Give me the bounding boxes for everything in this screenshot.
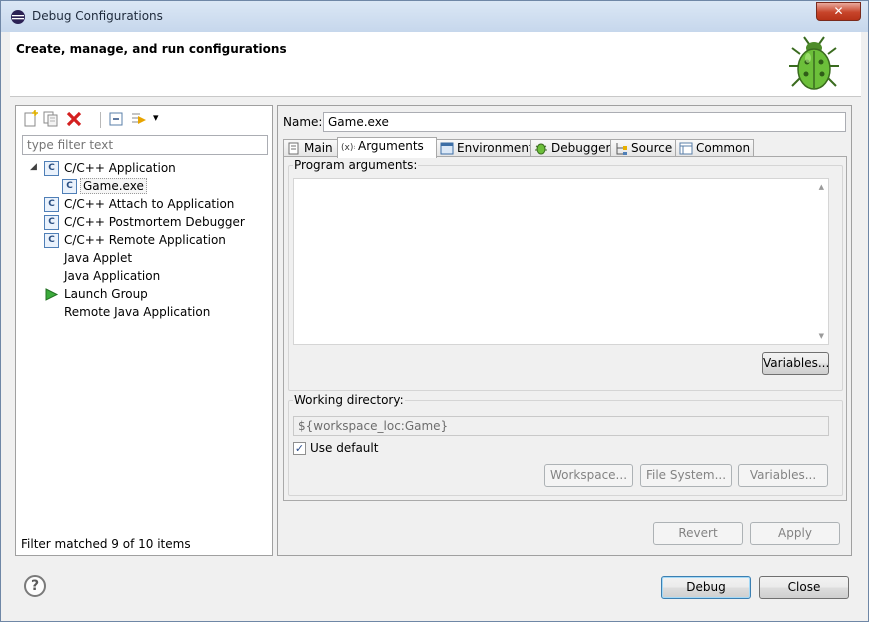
- c-config-icon: C: [44, 215, 59, 230]
- close-button[interactable]: Close: [759, 576, 849, 599]
- tree-item-cpp-remote[interactable]: C C/C++ Remote Application: [30, 232, 270, 250]
- name-input[interactable]: [323, 112, 846, 132]
- expand-twisty-icon[interactable]: ◢: [30, 162, 37, 172]
- delete-configuration-icon[interactable]: [65, 110, 83, 128]
- tab-label: Source: [631, 141, 673, 155]
- main-tab-icon: [288, 142, 299, 155]
- working-directory-input[interactable]: [293, 416, 829, 436]
- tab-label: Debugger: [551, 141, 611, 155]
- collapse-all-icon[interactable]: [108, 110, 126, 128]
- configuration-list-panel: ▾ ◢ C C/C++ Application C Game.exe C C/C…: [15, 105, 273, 556]
- tree-item-java-application[interactable]: Java Application: [30, 268, 270, 286]
- use-default-checkbox[interactable]: ✓: [293, 442, 306, 455]
- toolbar-separator: [100, 112, 101, 128]
- tree-item-cpp-postmortem[interactable]: C C/C++ Postmortem Debugger: [30, 214, 270, 232]
- tree-item-label: Java Application: [64, 269, 161, 283]
- tree-item-game-exe[interactable]: C Game.exe: [30, 178, 270, 196]
- launch-group-icon: [45, 288, 59, 301]
- tree-item-remote-java[interactable]: Remote Java Application: [30, 304, 270, 322]
- configuration-editor-panel: Name: Main (x)= Arguments: [277, 105, 852, 556]
- window-close-button[interactable]: ✕: [816, 2, 861, 21]
- tree-item-cpp-attach[interactable]: C C/C++ Attach to Application: [30, 196, 270, 214]
- tab-arguments[interactable]: (x)= Arguments: [337, 137, 437, 158]
- tab-source[interactable]: Source: [610, 139, 676, 157]
- use-default-label: Use default: [310, 441, 379, 455]
- tree-item-label: C/C++ Remote Application: [64, 233, 226, 247]
- help-icon[interactable]: ?: [24, 575, 46, 597]
- c-config-icon: C: [44, 233, 59, 248]
- arguments-tab-icon: (x)=: [341, 143, 355, 153]
- filter-menu-dropdown-icon[interactable]: ▾: [153, 111, 159, 124]
- configuration-tabs: Main (x)= Arguments Environment: [283, 137, 847, 158]
- c-config-icon: C: [44, 161, 59, 176]
- tab-environment[interactable]: Environment: [436, 139, 534, 157]
- new-configuration-icon[interactable]: [22, 110, 40, 128]
- tab-label: Main: [304, 141, 333, 155]
- c-config-icon: C: [44, 197, 59, 212]
- program-arguments-label: Program arguments:: [293, 158, 419, 172]
- environment-tab-icon: [440, 142, 454, 155]
- svg-text:(x)=: (x)=: [341, 143, 355, 153]
- name-label: Name:: [283, 115, 323, 129]
- tree-item-label: Remote Java Application: [64, 305, 211, 319]
- tab-main[interactable]: Main: [283, 139, 338, 157]
- tree-item-label: Java Applet: [64, 251, 133, 265]
- tree-item-label: Launch Group: [64, 287, 148, 301]
- tab-common[interactable]: Common: [675, 139, 754, 157]
- configuration-toolbar: ▾: [20, 110, 270, 130]
- program-variables-button[interactable]: Variables...: [762, 352, 829, 375]
- tree-item-label: Game.exe: [80, 178, 147, 194]
- debugger-tab-icon: [535, 143, 547, 155]
- c-config-icon: C: [62, 179, 77, 194]
- filter-configurations-icon[interactable]: [130, 110, 148, 128]
- debug-bug-icon: [789, 36, 839, 90]
- dialog-title: Create, manage, and run configurations: [16, 42, 287, 56]
- title-bar[interactable]: Debug Configurations ✕: [1, 1, 868, 32]
- tab-label: Common: [696, 141, 751, 155]
- duplicate-configuration-icon[interactable]: [42, 110, 60, 128]
- scroll-up-arrow-icon[interactable]: ▲: [819, 183, 824, 191]
- common-tab-icon: [679, 142, 693, 155]
- dialog-header: Create, manage, and run configurations: [10, 32, 861, 97]
- tree-item-cpp-application[interactable]: ◢ C C/C++ Application: [30, 160, 270, 178]
- tab-debugger[interactable]: Debugger: [530, 139, 611, 157]
- tree-item-label: C/C++ Postmortem Debugger: [64, 215, 245, 229]
- working-directory-label: Working directory:: [293, 393, 405, 407]
- source-tab-icon: [616, 143, 627, 155]
- apply-button[interactable]: Apply: [750, 522, 840, 545]
- revert-button[interactable]: Revert: [653, 522, 743, 545]
- filter-status-text: Filter matched 9 of 10 items: [21, 537, 191, 551]
- window-title: Debug Configurations: [32, 9, 163, 23]
- program-arguments-textarea[interactable]: ▲ ▼: [293, 178, 829, 345]
- tab-label: Arguments: [358, 139, 424, 153]
- working-variables-button[interactable]: Variables...: [738, 464, 828, 487]
- file-system-button[interactable]: File System...: [640, 464, 732, 487]
- filter-input[interactable]: [22, 135, 268, 155]
- workspace-button[interactable]: Workspace...: [544, 464, 633, 487]
- debug-button[interactable]: Debug: [661, 576, 751, 599]
- tree-item-launch-group[interactable]: Launch Group: [30, 286, 270, 304]
- tree-item-label: C/C++ Attach to Application: [64, 197, 235, 211]
- debug-configurations-window: Debug Configurations ✕ Create, manage, a…: [0, 0, 869, 622]
- tree-item-label: C/C++ Application: [64, 161, 176, 175]
- eclipse-icon: [11, 10, 25, 24]
- scroll-down-arrow-icon[interactable]: ▼: [819, 332, 824, 340]
- arguments-tab-body: Program arguments: ▲ ▼ Variables... Work…: [283, 156, 847, 501]
- tab-label: Environment: [457, 141, 534, 155]
- tree-item-java-applet[interactable]: Java Applet: [30, 250, 270, 268]
